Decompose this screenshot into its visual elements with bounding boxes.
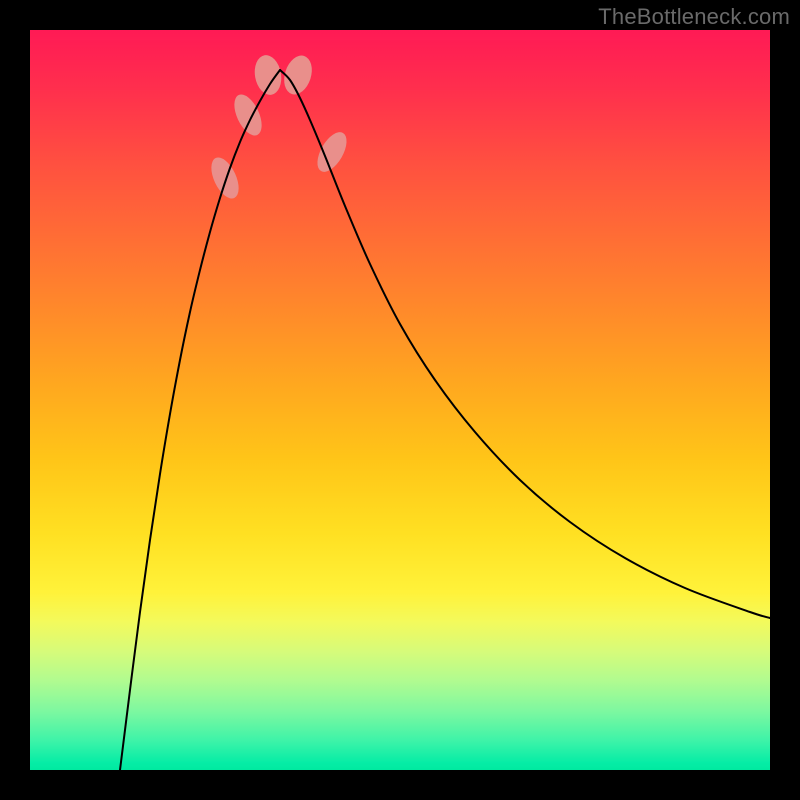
data-marker — [311, 127, 352, 176]
curve-left-branch — [120, 70, 280, 770]
data-markers — [206, 52, 353, 203]
watermark-text: TheBottleneck.com — [598, 4, 790, 30]
data-marker — [252, 53, 285, 97]
chart-canvas — [30, 30, 770, 770]
curve-right-branch — [280, 70, 770, 618]
data-marker — [206, 153, 245, 202]
bottleneck-curve-plot — [30, 30, 770, 770]
